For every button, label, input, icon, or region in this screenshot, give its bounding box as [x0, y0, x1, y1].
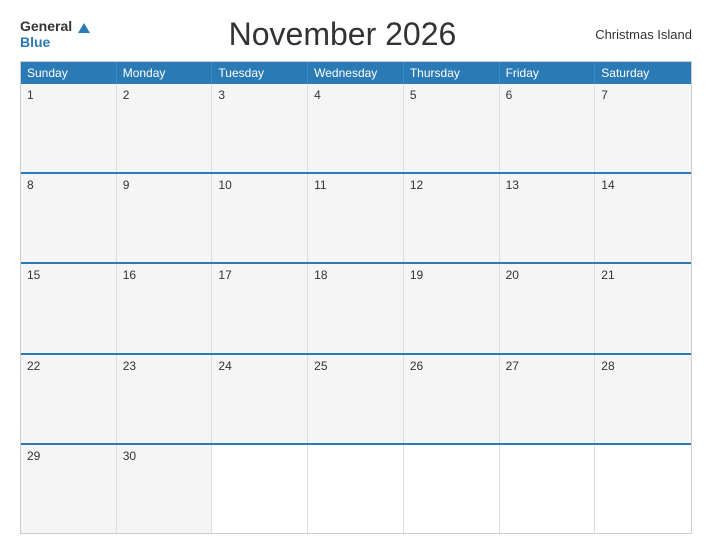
header-thursday: Thursday: [404, 62, 500, 84]
day-cell-2-1: 16: [117, 264, 213, 352]
day-number: 16: [123, 268, 136, 282]
day-number: 12: [410, 178, 423, 192]
day-number: 10: [218, 178, 231, 192]
header-sunday: Sunday: [21, 62, 117, 84]
day-cell-4-6: [595, 445, 691, 533]
day-number: 27: [506, 359, 519, 373]
header-monday: Monday: [117, 62, 213, 84]
calendar-title: November 2026: [90, 16, 595, 53]
header-saturday: Saturday: [595, 62, 691, 84]
day-cell-1-5: 13: [500, 174, 596, 262]
day-cell-4-1: 30: [117, 445, 213, 533]
day-cell-0-0: 1: [21, 84, 117, 172]
day-cell-3-2: 24: [212, 355, 308, 443]
logo-blue-text: Blue: [20, 35, 90, 50]
day-cell-0-3: 4: [308, 84, 404, 172]
day-number: 14: [601, 178, 614, 192]
header: General Blue November 2026 Christmas Isl…: [20, 16, 692, 53]
day-number: 6: [506, 88, 513, 102]
day-cell-3-1: 23: [117, 355, 213, 443]
header-friday: Friday: [500, 62, 596, 84]
day-cell-2-6: 21: [595, 264, 691, 352]
day-headers: Sunday Monday Tuesday Wednesday Thursday…: [21, 62, 691, 84]
day-number: 15: [27, 268, 40, 282]
day-number: 19: [410, 268, 423, 282]
logo: General Blue: [20, 19, 90, 50]
day-cell-0-6: 7: [595, 84, 691, 172]
day-cell-1-1: 9: [117, 174, 213, 262]
day-cell-0-1: 2: [117, 84, 213, 172]
day-cell-0-4: 5: [404, 84, 500, 172]
day-number: 4: [314, 88, 321, 102]
week-row-2: 8 9 10 11 12 13 14: [21, 172, 691, 262]
day-number: 9: [123, 178, 130, 192]
day-cell-2-3: 18: [308, 264, 404, 352]
day-cell-0-5: 6: [500, 84, 596, 172]
day-cell-1-3: 11: [308, 174, 404, 262]
calendar: Sunday Monday Tuesday Wednesday Thursday…: [20, 61, 692, 534]
day-number: 28: [601, 359, 614, 373]
day-cell-4-5: [500, 445, 596, 533]
day-cell-1-2: 10: [212, 174, 308, 262]
day-cell-4-2: [212, 445, 308, 533]
day-cell-3-3: 25: [308, 355, 404, 443]
day-number: 11: [314, 178, 326, 192]
day-cell-3-6: 28: [595, 355, 691, 443]
day-number: 5: [410, 88, 417, 102]
day-cell-4-0: 29: [21, 445, 117, 533]
logo-triangle-icon: [78, 23, 90, 33]
day-cell-4-4: [404, 445, 500, 533]
day-number: 18: [314, 268, 327, 282]
week-row-5: 29 30: [21, 443, 691, 533]
day-number: 23: [123, 359, 136, 373]
day-number: 22: [27, 359, 40, 373]
day-number: 1: [27, 88, 34, 102]
day-number: 13: [506, 178, 519, 192]
day-cell-3-0: 22: [21, 355, 117, 443]
day-number: 17: [218, 268, 231, 282]
day-cell-0-2: 3: [212, 84, 308, 172]
day-number: 7: [601, 88, 608, 102]
week-row-4: 22 23 24 25 26 27 28: [21, 353, 691, 443]
day-cell-1-6: 14: [595, 174, 691, 262]
day-number: 2: [123, 88, 130, 102]
day-cell-2-0: 15: [21, 264, 117, 352]
logo-line1: General: [20, 19, 90, 34]
header-tuesday: Tuesday: [212, 62, 308, 84]
day-cell-4-3: [308, 445, 404, 533]
header-wednesday: Wednesday: [308, 62, 404, 84]
region-label: Christmas Island: [595, 27, 692, 42]
day-number: 30: [123, 449, 136, 463]
page: General Blue November 2026 Christmas Isl…: [0, 0, 712, 550]
day-number: 25: [314, 359, 327, 373]
day-cell-1-0: 8: [21, 174, 117, 262]
day-number: 29: [27, 449, 40, 463]
week-row-1: 1 2 3 4 5 6 7: [21, 84, 691, 172]
day-cell-3-5: 27: [500, 355, 596, 443]
day-cell-1-4: 12: [404, 174, 500, 262]
day-number: 3: [218, 88, 225, 102]
day-cell-2-2: 17: [212, 264, 308, 352]
weeks-container: 1234567891011121314151617181920212223242…: [21, 84, 691, 533]
day-number: 20: [506, 268, 519, 282]
week-row-3: 15 16 17 18 19 20 21: [21, 262, 691, 352]
logo-general-text: General: [20, 18, 72, 34]
day-cell-3-4: 26: [404, 355, 500, 443]
day-number: 26: [410, 359, 423, 373]
day-cell-2-5: 20: [500, 264, 596, 352]
day-number: 8: [27, 178, 34, 192]
day-cell-2-4: 19: [404, 264, 500, 352]
day-number: 24: [218, 359, 231, 373]
day-number: 21: [601, 268, 614, 282]
